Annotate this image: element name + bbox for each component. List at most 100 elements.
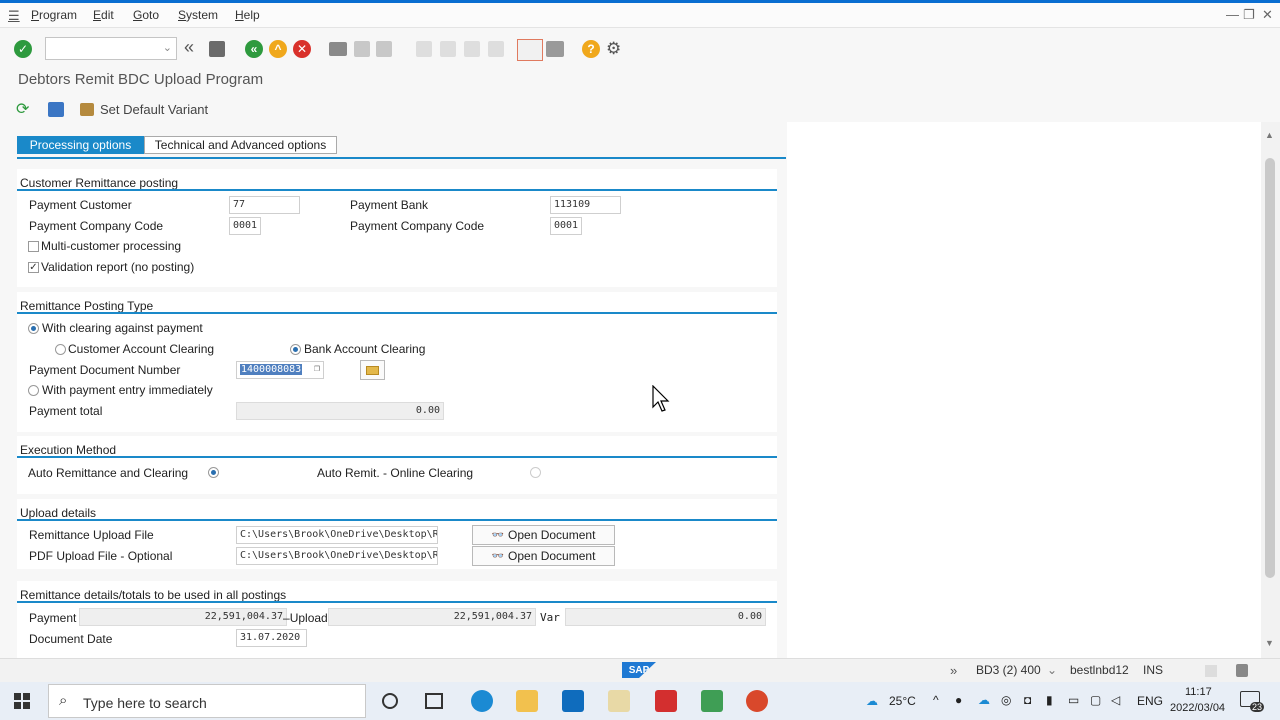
chevron-down-icon[interactable]: ⌄	[1047, 663, 1057, 677]
scroll-down-icon[interactable]: ▼	[1265, 638, 1274, 648]
print-icon[interactable]	[329, 42, 347, 56]
folder-icon-shape	[366, 365, 379, 375]
scroll-up-icon[interactable]: ▲	[1265, 130, 1274, 140]
remittance-upload-file-field[interactable]: C:\Users\Brook\OneDrive\Desktop\R...	[236, 526, 438, 544]
get-variant-icon[interactable]	[48, 102, 64, 117]
layout-icon[interactable]	[1205, 665, 1217, 677]
acrobat-icon[interactable]	[655, 690, 677, 712]
shortcut-icon[interactable]	[546, 41, 564, 57]
menu-help[interactable]: Help	[235, 8, 260, 22]
open-document-button-1[interactable]: 👓 Open Document	[472, 525, 615, 545]
gear-icon[interactable]: ⚙	[606, 39, 621, 59]
windows-start-icon[interactable]	[14, 693, 30, 709]
group-title: Remittance Posting Type	[20, 299, 154, 313]
auto-remittance-clearing-radio[interactable]	[208, 467, 219, 478]
display-icon[interactable]: ▢	[1090, 693, 1101, 707]
group-title: Upload details	[20, 506, 97, 520]
auto-remit-online-clearing-label: Auto Remit. - Online Clearing	[317, 466, 474, 480]
menu-system[interactable]: System	[178, 8, 218, 22]
network-icon[interactable]: ◎	[1001, 693, 1011, 707]
value-help-icon[interactable]: ❐	[314, 363, 320, 374]
outlook-icon[interactable]	[562, 690, 584, 712]
bank-account-clearing-radio[interactable]	[290, 344, 301, 355]
tab-technical-advanced-options[interactable]: Technical and Advanced options	[144, 136, 337, 154]
customer-remittance-group: Customer Remittance posting Payment Cust…	[17, 169, 777, 287]
with-clearing-radio[interactable]	[28, 323, 39, 334]
double-chevron-left-icon[interactable]: «	[184, 37, 194, 58]
edge-icon[interactable]	[471, 690, 493, 712]
sap-logo: SAP	[622, 662, 656, 678]
back-icon[interactable]: «	[245, 40, 263, 58]
battery-icon[interactable]: ▭	[1068, 693, 1079, 707]
clock-date[interactable]: 2022/03/04	[1170, 702, 1225, 714]
lock-icon[interactable]	[1236, 664, 1248, 677]
minimize-button[interactable]: —	[1226, 7, 1239, 22]
multi-customer-checkbox[interactable]	[28, 241, 39, 252]
customer-account-clearing-radio[interactable]	[55, 344, 66, 355]
cortana-icon[interactable]	[382, 693, 398, 709]
payment-company-code-label: Payment Company Code	[29, 219, 164, 233]
payment-customer-field[interactable]: 77	[229, 196, 300, 214]
exit-icon[interactable]: ^	[269, 40, 287, 58]
menu-icon[interactable]: ☰	[8, 8, 20, 24]
menu-edit[interactable]: Edit	[93, 8, 114, 22]
powerpoint-icon[interactable]	[746, 690, 768, 712]
chevron-down-icon[interactable]: ⌄	[163, 41, 172, 54]
auto-remit-online-clearing-radio[interactable]	[530, 467, 541, 478]
menu-goto[interactable]: Goto	[133, 8, 159, 22]
onedrive-icon[interactable]: ☁	[978, 693, 990, 707]
file-explorer-icon[interactable]	[516, 690, 538, 712]
upload-label: –Upload	[283, 611, 328, 625]
tab-processing-options[interactable]: Processing options	[17, 136, 144, 154]
weather-icon[interactable]: ☁	[866, 694, 878, 708]
scrollbar-thumb[interactable]	[1265, 158, 1275, 578]
sap-gui-icon[interactable]	[701, 690, 723, 712]
speaker-icon[interactable]: ◁	[1111, 693, 1120, 707]
language-indicator[interactable]: ENG	[1137, 694, 1163, 708]
chevron-up-icon[interactable]: ^	[933, 693, 939, 707]
new-session-icon[interactable]	[517, 39, 543, 61]
with-payment-entry-label: With payment entry immediately	[42, 383, 213, 397]
payment-bank-field[interactable]: 113109	[550, 196, 621, 214]
cancel-icon[interactable]: ✕	[293, 40, 311, 58]
help-icon[interactable]: ?	[582, 40, 600, 58]
vertical-scrollbar[interactable]: ▲ ▼	[1261, 122, 1280, 658]
close-button[interactable]: ✕	[1262, 7, 1273, 23]
payment-document-number-selected-text: 1400008083	[240, 364, 303, 375]
execute-icon[interactable]: ⟳	[16, 99, 29, 119]
processing-options-panel: Customer Remittance posting Payment Cust…	[17, 159, 787, 658]
upload-amount-field: 22,591,004.37	[328, 608, 536, 626]
camera-icon[interactable]: ◘	[1024, 693, 1031, 707]
set-variant-icon[interactable]	[80, 103, 94, 116]
payment-total-field: 0.00	[236, 402, 444, 420]
payment-label: Payment	[29, 611, 77, 625]
task-view-icon[interactable]	[425, 693, 443, 709]
payment-document-number-label: Payment Document Number	[29, 363, 181, 377]
command-field[interactable]: ⌄	[45, 37, 177, 60]
payment-document-number-field[interactable]: 1400008083 ❐	[236, 361, 324, 379]
enter-check-icon[interactable]: ✓	[14, 40, 32, 58]
clock-time[interactable]: 11:17	[1185, 686, 1212, 698]
double-chevron-right-icon[interactable]: »	[950, 663, 957, 678]
document-date-field[interactable]: 31.07.2020	[236, 629, 307, 647]
payment-company-code-field[interactable]: 0001	[229, 217, 261, 235]
payment-company-code-2-field[interactable]: 0001	[550, 217, 582, 235]
pdf-upload-file-field[interactable]: C:\Users\Brook\OneDrive\Desktop\R...	[236, 547, 438, 565]
folder-icon[interactable]	[360, 360, 385, 380]
open-document-button-2[interactable]: 👓 Open Document	[472, 546, 615, 566]
taskbar-search-box[interactable]: ⌕ Type here to search	[48, 684, 366, 718]
payment-bank-label: Payment Bank	[350, 198, 429, 212]
set-default-variant-button[interactable]: Set Default Variant	[100, 102, 208, 117]
sap-logon-icon[interactable]	[608, 690, 630, 712]
auto-remittance-clearing-label: Auto Remittance and Clearing	[28, 466, 189, 480]
glasses-icon: 👓	[491, 529, 505, 541]
restore-button[interactable]: ❐	[1243, 7, 1255, 23]
microphone-icon[interactable]: ▮	[1046, 693, 1053, 707]
bluetooth-icon[interactable]: ●	[955, 693, 962, 707]
status-bar: SAP » BD3 (2) 400 ⌄ bestlnbd12 INS	[0, 658, 1280, 682]
save-icon[interactable]	[209, 41, 225, 57]
with-payment-entry-radio[interactable]	[28, 385, 39, 396]
validation-report-checkbox[interactable]: ✓	[28, 262, 39, 273]
menu-program[interactable]: Program	[31, 8, 77, 22]
bank-account-clearing-label: Bank Account Clearing	[304, 342, 426, 356]
